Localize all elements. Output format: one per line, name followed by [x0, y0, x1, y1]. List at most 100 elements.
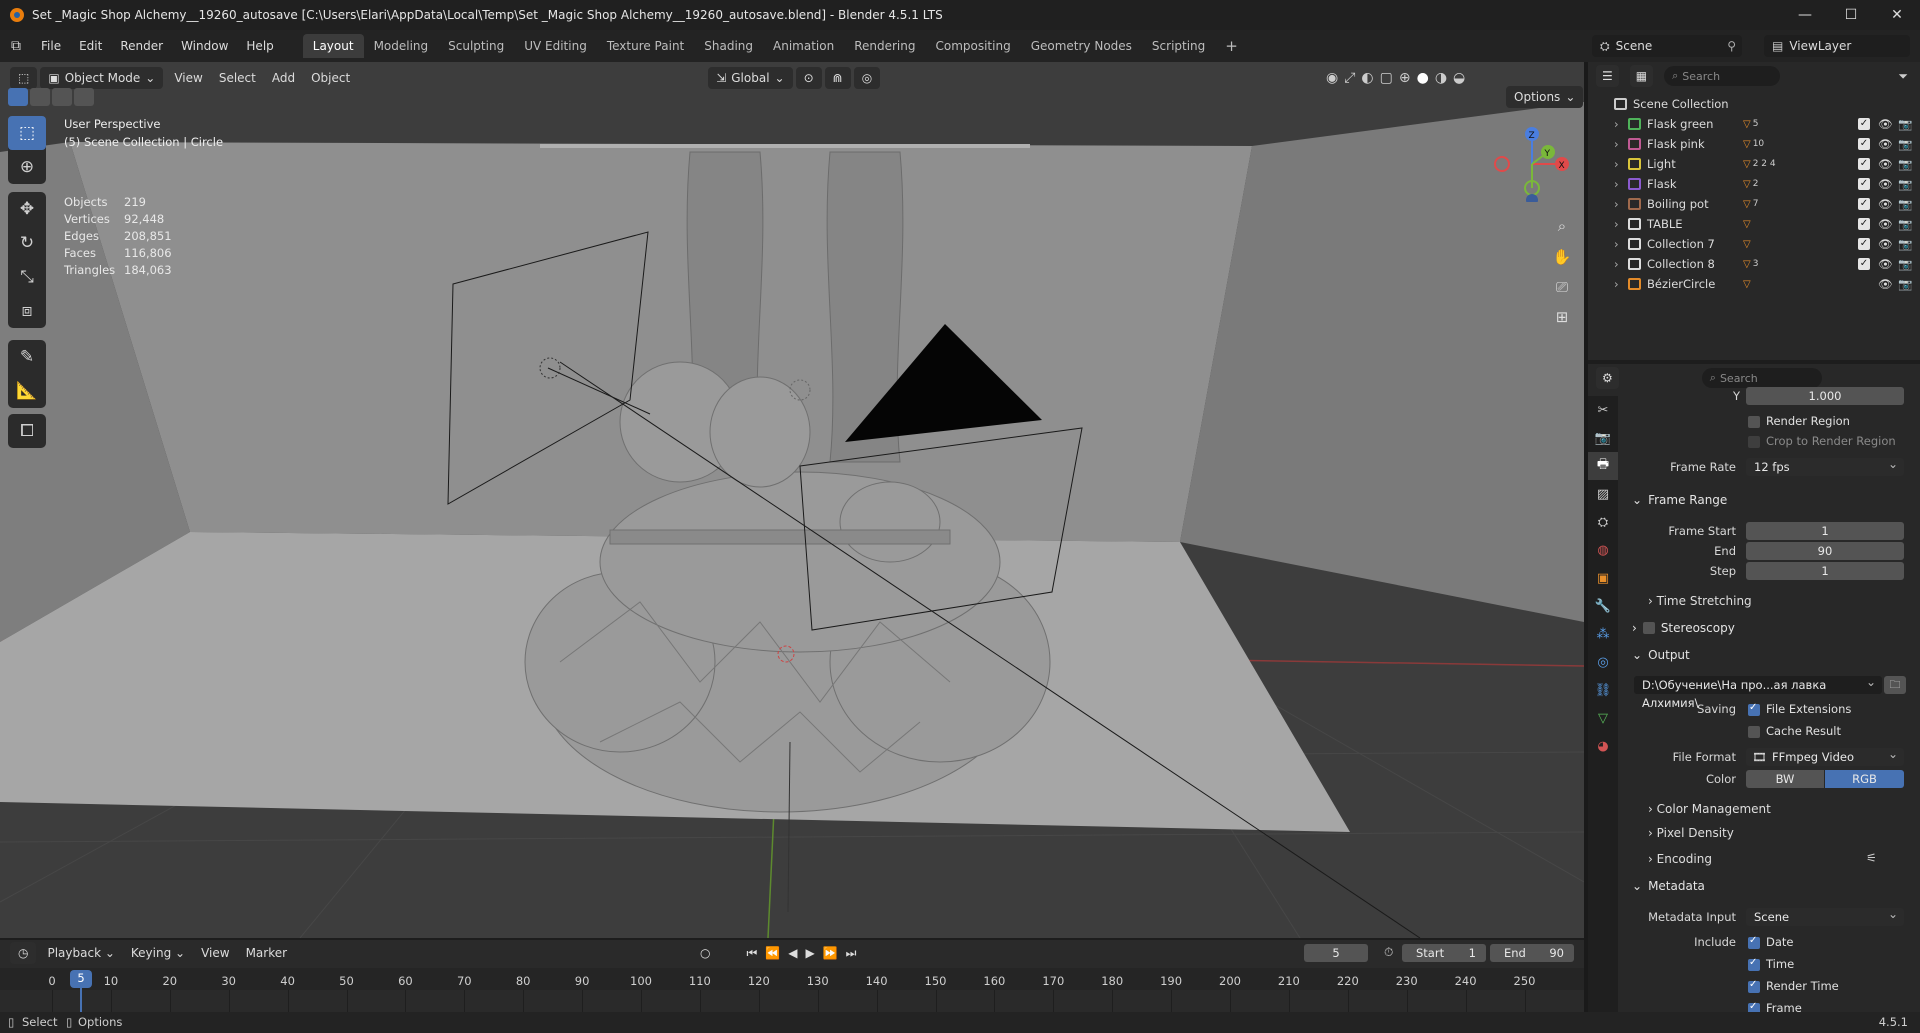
camera-view-icon[interactable]: ⎚ — [1549, 274, 1575, 300]
color-management-section[interactable]: › Color Management — [1648, 802, 1771, 816]
close-button[interactable]: ✕ — [1874, 0, 1920, 30]
exclude-checkbox[interactable]: ✓ — [1858, 158, 1870, 170]
camera-icon[interactable]: 📷 — [1898, 137, 1912, 151]
frame-start-field[interactable]: 1 — [1746, 522, 1904, 540]
tab-rendering[interactable]: Rendering — [844, 34, 925, 58]
tab-texture-paint[interactable]: Texture Paint — [597, 34, 694, 58]
jump-end-icon[interactable]: ⏭ — [846, 946, 857, 961]
play-icon[interactable]: ▶ — [805, 946, 814, 961]
stopwatch-icon[interactable]: ⏱ — [1384, 945, 1393, 960]
viewlayer-selector[interactable]: ▤ ViewLayer — [1764, 35, 1910, 57]
stereoscopy-section[interactable]: › Stereoscopy — [1628, 616, 1910, 640]
chevron-right-icon[interactable]: › — [1614, 177, 1628, 191]
metadata-section[interactable]: ⌄ Metadata — [1628, 874, 1910, 898]
select-invert-icon[interactable] — [74, 88, 94, 106]
menu-window[interactable]: Window — [172, 35, 237, 57]
frame-rate-dropdown[interactable]: 12 fps — [1746, 455, 1904, 476]
current-frame-field[interactable]: 5 — [1304, 944, 1368, 962]
properties-editor-icon[interactable]: ⚙ — [1596, 367, 1619, 389]
tab-compositing[interactable]: Compositing — [925, 34, 1020, 58]
select-extend-icon[interactable] — [30, 88, 50, 106]
outliner-search-input[interactable]: ⌕ Search — [1664, 66, 1781, 86]
output-tab-icon[interactable]: 🖶 — [1588, 452, 1618, 480]
file-extensions-checkbox[interactable] — [1748, 702, 1760, 716]
add-workspace-button[interactable]: + — [1215, 34, 1248, 58]
object-tab-icon[interactable]: ▣ — [1588, 564, 1618, 592]
metadata-input-dropdown[interactable]: Scene — [1746, 905, 1904, 926]
output-section[interactable]: ⌄ Output — [1628, 643, 1910, 667]
exclude-checkbox[interactable]: ✓ — [1858, 138, 1870, 150]
solid-shading-icon[interactable]: ● — [1417, 70, 1429, 86]
outliner-editor-icon[interactable]: ☰ — [1596, 65, 1619, 87]
rotate-tool-icon[interactable]: ↻ — [8, 226, 46, 260]
menu-view[interactable]: View — [166, 71, 210, 85]
chevron-right-icon[interactable]: › — [1614, 217, 1628, 231]
chevron-right-icon[interactable]: › — [1614, 117, 1628, 131]
menu-help[interactable]: Help — [237, 35, 282, 57]
jump-start-icon[interactable]: ⏮ — [746, 946, 757, 961]
gizmo-icon[interactable]: ⤢ — [1344, 70, 1355, 86]
outliner-item[interactable]: › Flask ▽ 2 ✓ 👁 📷 — [1588, 174, 1920, 194]
camera-icon[interactable]: 📷 — [1898, 257, 1912, 271]
exclude-checkbox[interactable]: ✓ — [1858, 238, 1870, 250]
file-format-dropdown[interactable]: 🎞 FFmpeg Video — [1746, 745, 1904, 766]
outliner-item[interactable]: › BézierCircle ▽ 👁 📷 — [1588, 274, 1920, 294]
eye-icon[interactable]: 👁 — [1878, 257, 1893, 271]
prev-keyframe-icon[interactable]: ⏪ — [765, 946, 780, 961]
menu-timeline-view[interactable]: View — [193, 946, 237, 960]
render-tab-icon[interactable]: 📷 — [1588, 424, 1618, 452]
start-frame-field[interactable]: Start 1 — [1402, 944, 1486, 962]
tab-geometry-nodes[interactable]: Geometry Nodes — [1021, 34, 1142, 58]
exclude-checkbox[interactable]: ✓ — [1858, 118, 1870, 130]
tab-modeling[interactable]: Modeling — [364, 34, 439, 58]
visibility-icon[interactable]: ◉ — [1326, 70, 1338, 86]
chevron-right-icon[interactable]: › — [1614, 137, 1628, 151]
display-mode-icon[interactable]: ▦ — [1629, 65, 1654, 87]
tool-tab-icon[interactable]: ✂ — [1588, 396, 1618, 424]
cursor-tool-icon[interactable]: ⊕ — [8, 150, 46, 184]
auto-key-icon[interactable]: ○ — [700, 946, 710, 961]
eye-icon[interactable]: 👁 — [1878, 217, 1893, 231]
minimize-button[interactable]: — — [1782, 0, 1828, 30]
next-keyframe-icon[interactable]: ⏩ — [823, 946, 838, 961]
menu-render[interactable]: Render — [111, 35, 172, 57]
eye-icon[interactable]: 👁 — [1878, 117, 1893, 131]
options-button[interactable]: Options ⌄ — [1506, 86, 1584, 108]
outliner-item[interactable]: › Boiling pot ▽ 7 ✓ 👁 📷 — [1588, 194, 1920, 214]
constraints-tab-icon[interactable]: ⛓ — [1588, 676, 1618, 704]
tab-animation[interactable]: Animation — [763, 34, 844, 58]
menu-keying[interactable]: Keying ⌄ — [123, 946, 193, 960]
include-render-time-checkbox[interactable] — [1748, 979, 1760, 993]
camera-icon[interactable]: 📷 — [1898, 197, 1912, 211]
output-path-input[interactable]: D:\Обучение\На про...ая лавка Алхимия\ — [1634, 673, 1882, 710]
particles-tab-icon[interactable]: ⁂ — [1588, 620, 1618, 648]
menu-select[interactable]: Select — [211, 71, 264, 85]
measure-tool-icon[interactable]: 📐 — [8, 374, 46, 408]
outliner-item[interactable]: › Flask green ▽ 5 ✓ 👁 📷 — [1588, 114, 1920, 134]
move-tool-icon[interactable]: ✥ — [8, 192, 46, 226]
chevron-right-icon[interactable]: › — [1614, 157, 1628, 171]
include-time-checkbox[interactable] — [1748, 957, 1760, 971]
menu-add[interactable]: Add — [264, 71, 303, 85]
render-region-checkbox[interactable] — [1748, 416, 1760, 428]
eye-icon[interactable]: 👁 — [1878, 137, 1893, 151]
eye-icon[interactable]: 👁 — [1878, 177, 1893, 191]
pivot-point-button[interactable]: ⊙ — [795, 67, 822, 89]
camera-icon[interactable]: 📷 — [1898, 237, 1912, 251]
tab-shading[interactable]: Shading — [694, 34, 763, 58]
select-new-icon[interactable] — [8, 88, 28, 106]
encoding-section[interactable]: › Encoding — [1648, 852, 1712, 866]
world-tab-icon[interactable]: ◍ — [1588, 536, 1618, 564]
cache-result-checkbox[interactable] — [1748, 726, 1760, 738]
editor-type-button[interactable]: ⬚ — [10, 67, 38, 89]
blender-menu-icon[interactable]: ⧉ — [0, 38, 32, 54]
menu-file[interactable]: File — [32, 35, 70, 57]
3d-viewport[interactable]: ⬚ ▣ Object Mode ⌄ View Select Add Object ⇲… — [0, 62, 1584, 938]
eye-icon[interactable]: 👁 — [1878, 237, 1893, 251]
rgb-button[interactable]: RGB — [1825, 770, 1904, 788]
outliner-item[interactable]: › Collection 8 ▽ 3 ✓ 👁 📷 — [1588, 254, 1920, 274]
menu-marker[interactable]: Marker — [238, 946, 295, 960]
chevron-right-icon[interactable]: › — [1614, 197, 1628, 211]
outliner-root[interactable]: Scene Collection — [1588, 94, 1920, 114]
stereoscopy-checkbox[interactable] — [1642, 622, 1655, 634]
